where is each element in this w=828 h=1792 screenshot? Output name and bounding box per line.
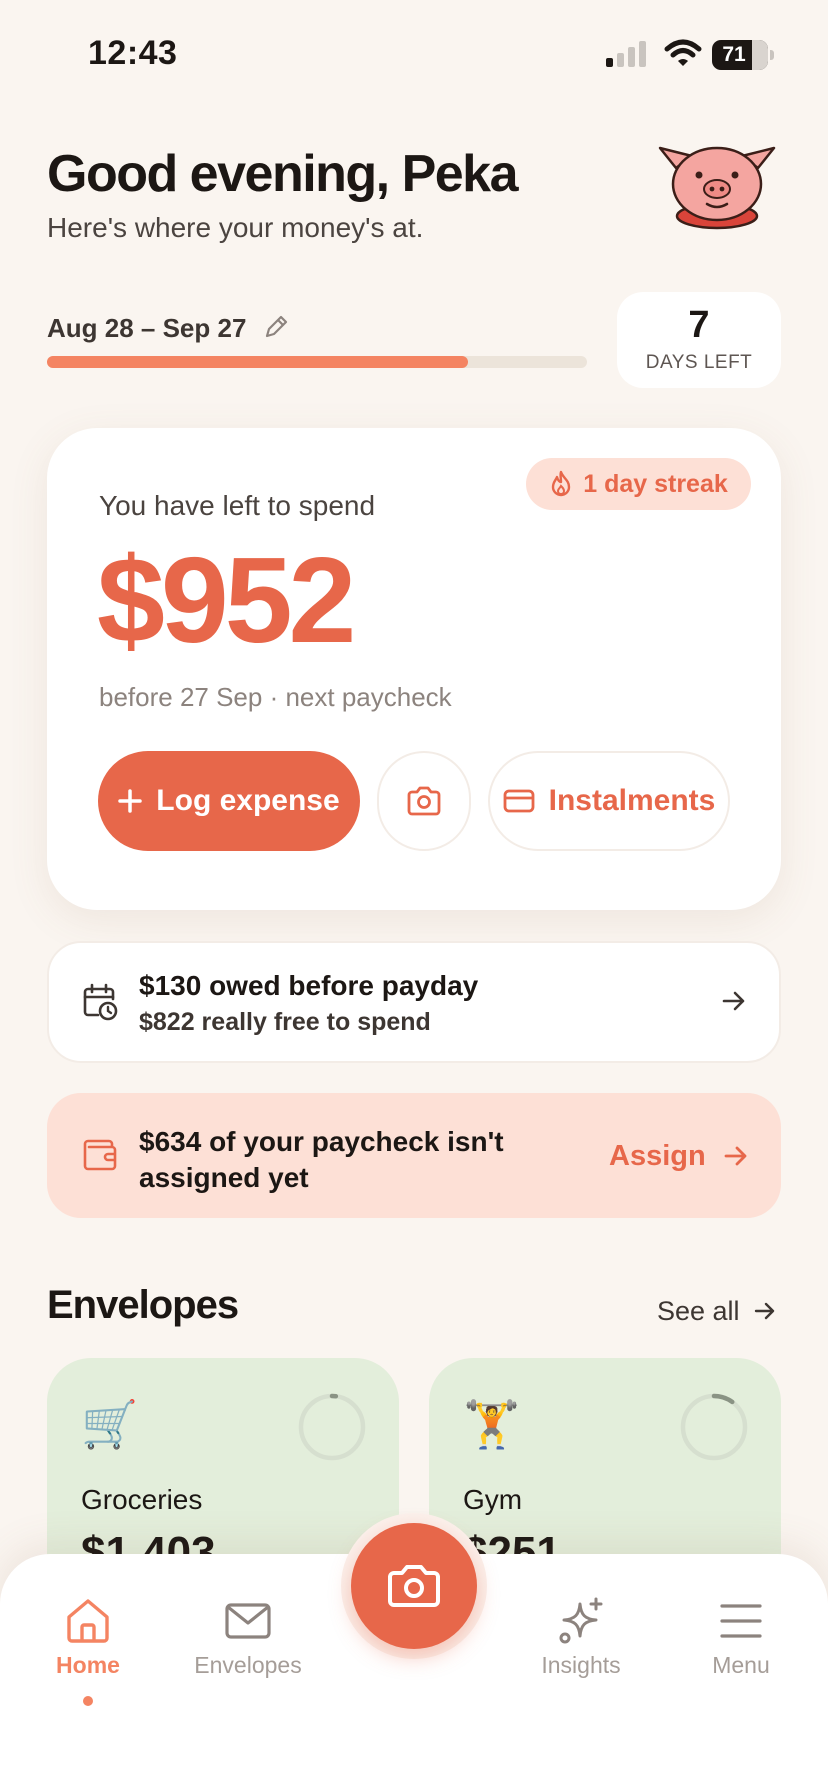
- wallet-icon: [83, 1139, 117, 1171]
- hamburger-menu-icon: [720, 1604, 762, 1638]
- home-icon: [67, 1599, 109, 1643]
- streak-badge: 1 day streak: [526, 458, 751, 510]
- arrow-right-icon[interactable]: [724, 1145, 748, 1167]
- instalments-label: Instalments: [548, 784, 716, 817]
- shopping-cart-icon: 🛒: [81, 1398, 139, 1450]
- unassigned-paycheck-text: $634 of your paycheck isn't assigned yet: [139, 1126, 504, 1193]
- camera-icon: [407, 786, 441, 816]
- pig-avatar-icon[interactable]: [654, 138, 780, 234]
- camera-icon: [388, 1565, 440, 1607]
- see-all-link[interactable]: See all: [657, 1296, 740, 1327]
- pay-period-progress-fill: [47, 356, 469, 368]
- tab-envelopes-label: Envelopes: [194, 1652, 302, 1678]
- plus-icon: [118, 789, 143, 813]
- next-paycheck-note: before 27 Sep · next paycheck: [99, 682, 452, 712]
- pay-period-label: Aug 28 – Sep 27: [47, 313, 247, 343]
- flame-icon: [552, 470, 571, 497]
- envelope-progress-ring: [680, 1393, 748, 1461]
- left-to-spend-label: You have left to spend: [99, 490, 376, 521]
- scan-receipt-button[interactable]: [377, 751, 471, 851]
- arrow-right-icon[interactable]: [754, 1301, 776, 1321]
- days-left-label: DAYS LEFT: [645, 352, 753, 373]
- envelope-icon: [225, 1603, 271, 1639]
- days-left-number: 7: [688, 304, 710, 346]
- page-subtitle: Here's where your money's at.: [47, 212, 424, 243]
- log-expense-label: Log expense: [156, 784, 340, 817]
- pay-period-progress-bar: [47, 356, 587, 368]
- streak-label: 1 day streak: [583, 469, 728, 498]
- free-to-spend-text: $822 really free to spend: [139, 1008, 431, 1036]
- tab-home-label: Home: [56, 1652, 120, 1678]
- arrow-right-icon: [722, 991, 745, 1011]
- status-time: 12:43: [88, 34, 178, 72]
- battery-indicator: 71: [712, 40, 774, 70]
- cellular-signal-icon: [606, 41, 646, 67]
- tab-home[interactable]: Home: [18, 1596, 158, 1679]
- scan-receipt-fab[interactable]: [351, 1523, 477, 1649]
- left-to-spend-amount: $952: [97, 532, 356, 668]
- credit-card-icon: [503, 789, 535, 813]
- assign-link[interactable]: Assign: [609, 1140, 706, 1173]
- instalments-button[interactable]: Instalments: [488, 751, 730, 851]
- active-tab-indicator: [83, 1696, 93, 1706]
- edit-pencil-icon[interactable]: [262, 313, 290, 341]
- envelope-progress-ring: [298, 1393, 366, 1461]
- envelopes-section-title: Envelopes: [47, 1283, 239, 1327]
- owed-title: $130 owed before payday: [139, 970, 479, 1001]
- owed-before-payday-card[interactable]: [47, 941, 781, 1063]
- tab-menu[interactable]: Menu: [671, 1596, 811, 1679]
- days-left-card: 7 DAYS LEFT: [617, 292, 781, 388]
- envelope-name: Groceries: [81, 1484, 203, 1515]
- tab-insights[interactable]: Insights: [511, 1596, 651, 1679]
- log-expense-button[interactable]: Log expense: [98, 751, 360, 851]
- tab-envelopes[interactable]: Envelopes: [178, 1596, 318, 1679]
- weightlifter-icon: 🏋️: [463, 1398, 521, 1450]
- page-title: Good evening, Peka: [47, 145, 519, 203]
- tab-menu-label: Menu: [712, 1652, 770, 1678]
- tab-insights-label: Insights: [541, 1652, 621, 1678]
- sparkles-icon: [559, 1597, 603, 1644]
- wifi-icon: [664, 39, 702, 66]
- envelope-name: Gym: [463, 1484, 523, 1515]
- battery-percentage: 71: [722, 43, 746, 66]
- calendar-clock-icon: [83, 983, 118, 1021]
